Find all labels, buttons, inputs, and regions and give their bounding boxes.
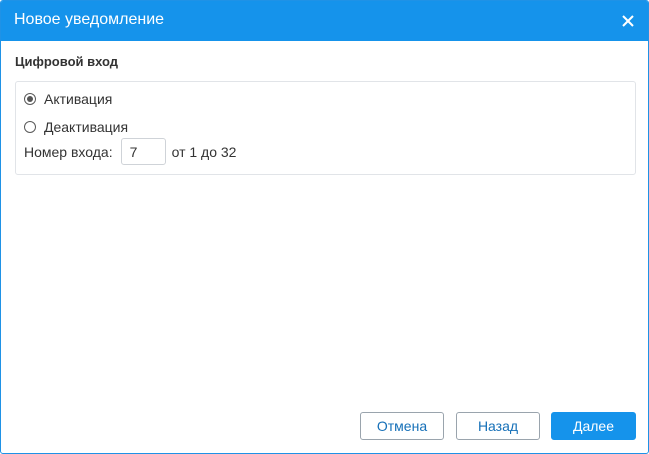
new-notification-dialog: Новое уведомление Цифровой вход Активаци… bbox=[0, 0, 649, 454]
dialog-titlebar: Новое уведомление bbox=[1, 1, 648, 41]
cancel-button[interactable]: Отмена bbox=[360, 412, 444, 440]
back-button[interactable]: Назад bbox=[456, 412, 540, 440]
section-title: Цифровой вход bbox=[15, 54, 119, 69]
deactivation-label: Деактивация bbox=[44, 119, 129, 135]
deactivation-option[interactable]: Деактивация bbox=[24, 119, 128, 135]
activation-radio[interactable] bbox=[24, 93, 36, 105]
next-button[interactable]: Далее bbox=[551, 412, 636, 440]
input-number-label: Номер входа: bbox=[24, 143, 113, 160]
input-number-row: Номер входа: от 1 до 32 bbox=[24, 138, 236, 165]
input-range-hint: от 1 до 32 bbox=[171, 143, 237, 160]
deactivation-radio[interactable] bbox=[24, 121, 36, 133]
dialog-title: Новое уведомление bbox=[14, 11, 165, 28]
radio-selected-dot bbox=[27, 96, 33, 102]
digital-input-panel: Активация Деактивация Номер входа: от 1 … bbox=[15, 81, 636, 175]
input-number-field[interactable] bbox=[120, 138, 166, 165]
activation-option[interactable]: Активация bbox=[24, 91, 112, 107]
activation-label: Активация bbox=[44, 91, 113, 107]
close-icon[interactable] bbox=[621, 14, 635, 28]
